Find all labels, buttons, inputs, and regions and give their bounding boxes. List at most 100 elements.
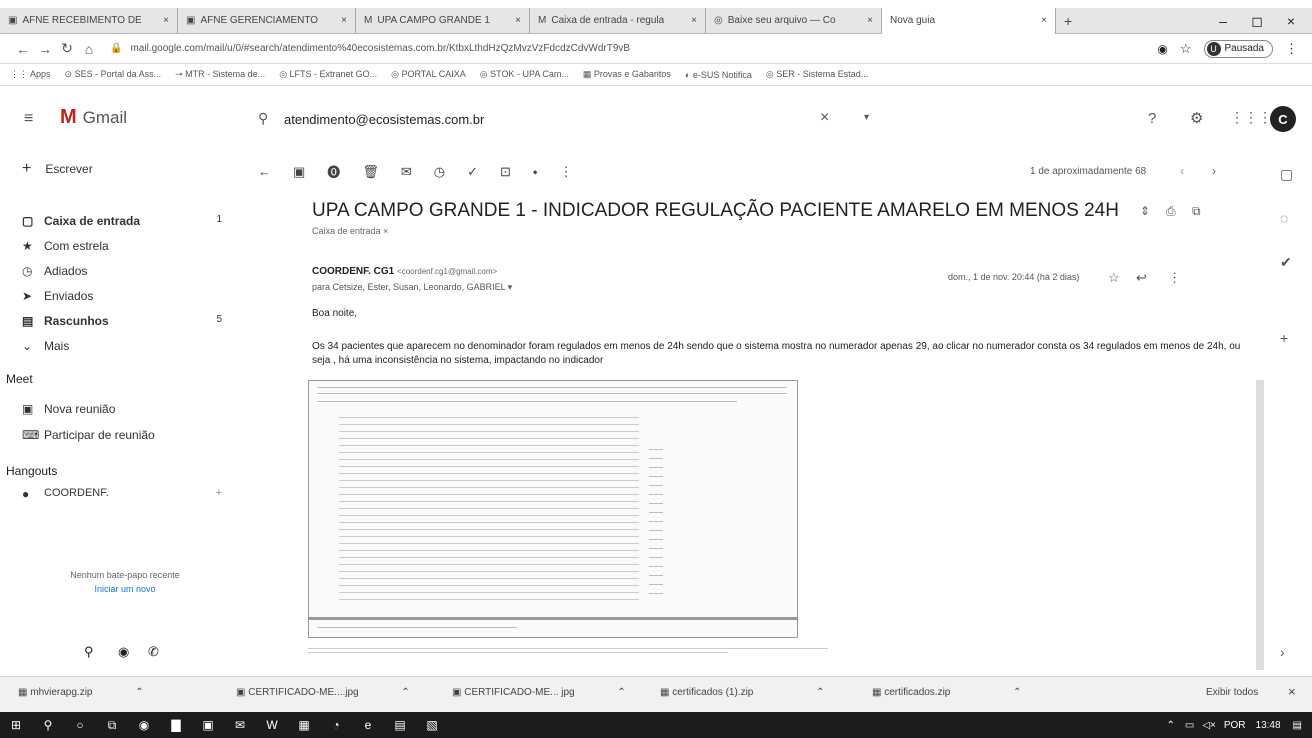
help-icon[interactable]: ?	[1148, 110, 1156, 127]
expand-all-icon[interactable]: ⇕	[1140, 204, 1150, 218]
account-avatar[interactable]: C	[1270, 106, 1296, 132]
add-task-icon[interactable]: ✓	[467, 164, 478, 180]
add-addon-icon[interactable]: +	[1280, 330, 1288, 346]
close-tab-icon[interactable]: ×	[861, 15, 873, 26]
clear-search-icon[interactable]: ×	[820, 109, 829, 127]
previous-email-icon[interactable]: ‹	[1180, 164, 1184, 178]
label-chip[interactable]: Caixa de entrada ×	[312, 226, 388, 236]
notifications-icon[interactable]: ▤	[1293, 720, 1302, 731]
url-field[interactable]: mail.google.com/mail/u/0/#search/atendim…	[130, 43, 1030, 54]
download-item[interactable]: ▣ CERTIFICADO-ME....jpg ⌃	[236, 687, 410, 698]
meet-join-meeting[interactable]: ⌨ Participar de reunião	[22, 428, 155, 442]
search-icon[interactable]: ⚲	[32, 718, 64, 732]
bookmark-item[interactable]: ◎ STOK - UPA Cam...	[480, 69, 569, 80]
chevron-right-icon[interactable]: ›	[1280, 644, 1285, 660]
download-item[interactable]: ▦ certificados.zip ⌃	[872, 687, 1022, 698]
browser-tab[interactable]: Nova guia ×	[882, 7, 1056, 34]
extension-icon[interactable]: ◉	[1157, 42, 1167, 56]
sidebar-item-starred[interactable]: ★ Com estrela	[22, 239, 109, 253]
word-icon[interactable]: W	[256, 718, 288, 732]
app-icon[interactable]: ▧	[416, 718, 448, 732]
report-spam-icon[interactable]: ⓿	[327, 162, 340, 181]
minimize-button[interactable]: –	[1206, 8, 1240, 34]
more-options-icon[interactable]: ⋮	[560, 164, 573, 180]
edge-icon[interactable]: e	[352, 718, 384, 732]
sidebar-item-inbox[interactable]: ▢ Caixa de entrada 1	[22, 214, 222, 228]
phone-icon[interactable]: ✆	[148, 644, 159, 660]
windows-start-icon[interactable]: ⊞	[0, 718, 32, 732]
sidebar-item-snoozed[interactable]: ◷ Adiados	[22, 264, 87, 278]
keep-icon[interactable]: ◌	[1280, 210, 1288, 226]
bookmark-apps[interactable]: ⋮⋮ Apps	[10, 69, 51, 80]
back-arrow-icon[interactable]: ←	[258, 164, 271, 179]
reply-icon[interactable]: ↩	[1136, 270, 1147, 286]
move-to-icon[interactable]: ⊡	[500, 164, 511, 180]
download-item[interactable]: ▦ certificados (1).zip ⌃	[660, 687, 825, 698]
browser-tab[interactable]: M Caixa de entrada - regula ×	[530, 7, 706, 34]
gmail-logo[interactable]: M Gmail	[60, 106, 127, 129]
home-icon[interactable]: ⌂	[78, 41, 100, 57]
bookmark-item[interactable]: ⊸ MTR - Sistema de...	[175, 69, 265, 80]
close-tab-icon[interactable]: ×	[157, 15, 169, 26]
snooze-icon[interactable]: ◷	[434, 164, 445, 180]
add-contact-icon[interactable]: +	[216, 487, 222, 501]
search-options-icon[interactable]: ▾	[864, 112, 869, 123]
clock[interactable]: 13:48	[1256, 720, 1281, 731]
forward-arrow-icon[interactable]: →	[34, 41, 56, 57]
calendar-icon[interactable]: ▢	[1280, 166, 1293, 183]
volume-icon[interactable]: ◁×	[1202, 720, 1216, 731]
label-icon[interactable]: ⬩	[533, 164, 538, 180]
close-tab-icon[interactable]: ×	[335, 15, 347, 26]
profile-button[interactable]: U Pausada	[1203, 39, 1273, 58]
person-icon[interactable]: ⚲	[84, 644, 94, 660]
close-downloads-icon[interactable]: ×	[1288, 684, 1296, 699]
bookmark-item[interactable]: ◎ LFTS - Extranet GO...	[279, 69, 377, 80]
sidebar-item-drafts[interactable]: ▤ Rascunhos 5	[22, 314, 222, 328]
maximize-button[interactable]: ◻	[1240, 8, 1274, 34]
star-icon[interactable]: ☆	[1180, 41, 1192, 57]
cortana-icon[interactable]: ○	[64, 718, 96, 732]
new-tab-button[interactable]: +	[1056, 8, 1084, 34]
browser-tab[interactable]: ▣ AFNE RECEBIMENTO DE ×	[0, 7, 178, 34]
close-tab-icon[interactable]: ×	[1035, 15, 1047, 26]
tray-chevron-icon[interactable]: ⌃	[1166, 720, 1174, 731]
browser-tab[interactable]: M UPA CAMPO GRANDE 1 ×	[356, 7, 530, 34]
search-icon[interactable]: ⚲	[258, 110, 268, 127]
bookmark-item[interactable]: ◎ SER - Sistema Estad...	[766, 69, 868, 80]
bookmark-item[interactable]: ⊙ SES - Portal da Ass...	[65, 69, 162, 80]
chat-bubble-icon[interactable]: ◉	[118, 644, 129, 660]
browser-tab[interactable]: ◎ Baixe seu arquivo — Co ×	[706, 7, 882, 34]
store-icon[interactable]: ▣	[192, 718, 224, 732]
chrome-icon[interactable]: ◉	[128, 718, 160, 732]
firefox-icon[interactable]: ◔	[320, 718, 352, 732]
open-new-window-icon[interactable]: ⧉	[1192, 204, 1201, 219]
hangouts-contact[interactable]: ● COORDENF. +	[22, 487, 222, 501]
sidebar-item-more[interactable]: ⌄ Mais	[22, 339, 69, 353]
next-email-icon[interactable]: ›	[1212, 164, 1216, 178]
star-icon[interactable]: ☆	[1108, 270, 1120, 286]
gear-icon[interactable]: ⚙	[1190, 109, 1203, 127]
reload-icon[interactable]: ↻	[56, 40, 78, 57]
email-scrollbar[interactable]	[1256, 380, 1264, 670]
app-icon[interactable]: ▤	[384, 718, 416, 732]
close-window-button[interactable]: ×	[1274, 8, 1308, 34]
print-icon[interactable]: ⎙	[1166, 204, 1176, 219]
browser-tab[interactable]: ▣ AFNE GERENCIAMENTO ×	[178, 7, 356, 34]
bookmark-item[interactable]: ◎ PORTAL CAIXA	[391, 69, 466, 80]
archive-icon[interactable]: ▣	[293, 164, 305, 180]
meet-new-meeting[interactable]: ▣ Nova reunião	[22, 402, 115, 416]
browser-menu-icon[interactable]: ⋮	[1285, 41, 1298, 57]
mark-unread-icon[interactable]: ✉	[401, 164, 412, 180]
mail-icon[interactable]: ✉	[224, 718, 256, 732]
recipients-line[interactable]: para Cetsize, Ester, Susan, Leonardo, GA…	[312, 282, 512, 293]
show-all-downloads[interactable]: Exibir todos	[1206, 687, 1258, 698]
close-tab-icon[interactable]: ×	[685, 15, 697, 26]
bookmark-item[interactable]: ▦ Provas e Gabaritos	[583, 69, 671, 80]
close-tab-icon[interactable]: ×	[509, 15, 521, 26]
compose-button[interactable]: + Escrever	[22, 160, 93, 178]
download-item[interactable]: ▣ CERTIFICADO-ME... jpg ⌃	[452, 687, 626, 698]
search-input[interactable]: atendimento@ecosistemas.com.br	[284, 112, 484, 127]
app-icon[interactable]: ▦	[288, 718, 320, 732]
back-arrow-icon[interactable]: ←	[12, 41, 34, 57]
bookmark-item[interactable]: ◐ e-SUS Notifica	[685, 70, 752, 80]
